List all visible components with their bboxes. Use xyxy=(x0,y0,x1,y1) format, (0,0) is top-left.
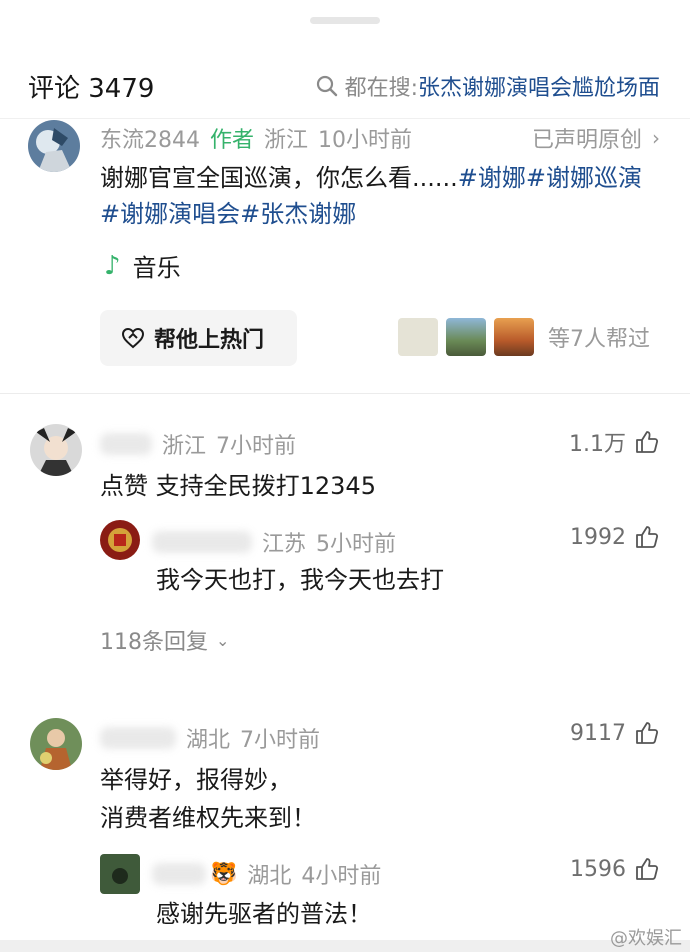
thumbs-up-icon xyxy=(636,858,659,880)
weibo-watermark: @欢娱汇 xyxy=(610,924,682,950)
blurred-username xyxy=(100,433,152,455)
music-note-icon: ♪ xyxy=(104,250,121,281)
reply-like-button[interactable]: 1992 xyxy=(570,524,660,550)
comment-like-button[interactable]: 9117 xyxy=(570,720,660,746)
author-name[interactable]: 东流2844 xyxy=(100,122,200,154)
reply-avatar[interactable] xyxy=(100,520,140,560)
author-location: 浙江 xyxy=(264,128,309,153)
like-count: 1992 xyxy=(570,524,626,550)
chevron-right-icon: › xyxy=(652,126,660,150)
helper-avatar xyxy=(446,318,486,356)
comment-text: 举得好，报得妙， 消费者维权先来到！ xyxy=(100,762,316,836)
comment-text: 点赞 支持全民拨打12345 xyxy=(100,472,376,500)
hashtag-link[interactable]: #谢娜演唱会 xyxy=(100,200,240,228)
reply-location: 江苏 xyxy=(262,532,307,557)
comments-header: 评论 3479 都在搜: 张杰谢娜演唱会尴尬场面 xyxy=(0,58,690,110)
reply-avatar[interactable] xyxy=(100,854,140,894)
bottom-strip xyxy=(0,940,690,952)
watermark-text: @欢娱汇 xyxy=(610,928,682,949)
reply-meta: 江苏 5小时前 xyxy=(152,526,396,558)
tiger-emoji-icon: 🐯 xyxy=(210,861,238,887)
reply-text: 我今天也打，我今天也去打 xyxy=(156,566,444,594)
reply-location: 湖北 xyxy=(247,864,292,889)
commenter-avatar[interactable] xyxy=(30,718,82,770)
like-count: 1596 xyxy=(570,856,626,882)
thumbs-up-icon xyxy=(636,526,659,548)
helpers-count: 等7人帮过 xyxy=(548,327,650,352)
helper-avatar xyxy=(494,318,534,356)
search-query-link[interactable]: 张杰谢娜演唱会尴尬场面 xyxy=(418,70,660,102)
chevron-down-icon: ⌄ xyxy=(216,630,230,650)
search-label: 都在搜: xyxy=(344,76,418,101)
like-count: 1.1万 xyxy=(569,432,626,457)
author-badge: 作者 xyxy=(210,128,255,153)
original-claim[interactable]: 已声明原创 › xyxy=(532,122,660,154)
hashtag-link[interactable]: #谢娜巡演 xyxy=(526,164,642,192)
comment-text-line: 消费者维权先来到！ xyxy=(100,804,316,832)
original-claim-label: 已声明原创 xyxy=(531,128,642,153)
helper-avatar xyxy=(398,318,438,356)
blurred-username xyxy=(152,863,206,885)
blurred-username xyxy=(152,531,252,553)
author-meta: 东流2844 作者 浙江 10小时前 xyxy=(100,122,412,154)
music-label: 音乐 xyxy=(132,254,181,282)
heart-boost-icon xyxy=(121,327,145,349)
expand-replies-button[interactable]: 118条回复 ⌄ xyxy=(100,624,229,656)
music-link[interactable]: ♪ 音乐 xyxy=(104,248,181,283)
hashtag-link[interactable]: #谢娜 xyxy=(458,164,526,192)
comment-time: 7小时前 xyxy=(240,728,321,753)
reply-like-button[interactable]: 1596 xyxy=(570,856,660,882)
like-count: 9117 xyxy=(570,720,626,746)
author-avatar[interactable] xyxy=(28,120,80,172)
post-text-body: 谢娜官宣全国巡演，你怎么看...... xyxy=(100,164,458,192)
reply-meta: 🐯 湖北 4小时前 xyxy=(152,858,381,890)
comment-like-button[interactable]: 1.1万 xyxy=(569,426,660,458)
trending-search[interactable]: 都在搜: 张杰谢娜演唱会尴尬场面 xyxy=(315,70,660,102)
comment-text-line: 举得好，报得妙， xyxy=(100,766,292,794)
author-time: 10小时前 xyxy=(318,128,413,153)
reply-text: 感谢先驱者的普法！ xyxy=(156,900,372,928)
comment-time: 7小时前 xyxy=(216,434,297,459)
sheet-drag-handle[interactable] xyxy=(310,17,380,24)
thumbs-up-icon xyxy=(636,431,659,453)
comment-location: 湖北 xyxy=(186,728,231,753)
author-post-text: 谢娜官宣全国巡演，你怎么看......#谢娜#谢娜巡演 #谢娜演唱会#张杰谢娜 xyxy=(100,160,660,232)
thumbs-up-icon xyxy=(636,722,659,744)
reply-time: 4小时前 xyxy=(301,864,382,889)
reply-time: 5小时前 xyxy=(316,532,397,557)
comments-title: 评论 3479 xyxy=(28,74,155,104)
post-divider xyxy=(0,393,690,394)
boost-button-label: 帮他上热门 xyxy=(154,328,265,353)
helpers-row[interactable]: 等7人帮过 xyxy=(398,318,650,356)
search-icon xyxy=(316,75,337,97)
boost-button[interactable]: 帮他上热门 xyxy=(100,310,297,366)
comment-meta: 湖北 7小时前 xyxy=(100,722,320,754)
commenter-avatar[interactable] xyxy=(30,424,82,476)
blurred-username xyxy=(100,727,176,749)
more-replies-label: 118条回复 xyxy=(100,630,208,655)
comment-meta: 浙江 7小时前 xyxy=(100,428,296,460)
header-divider xyxy=(0,118,690,119)
hashtag-link[interactable]: #张杰谢娜 xyxy=(240,200,356,228)
comment-location: 浙江 xyxy=(162,434,207,459)
